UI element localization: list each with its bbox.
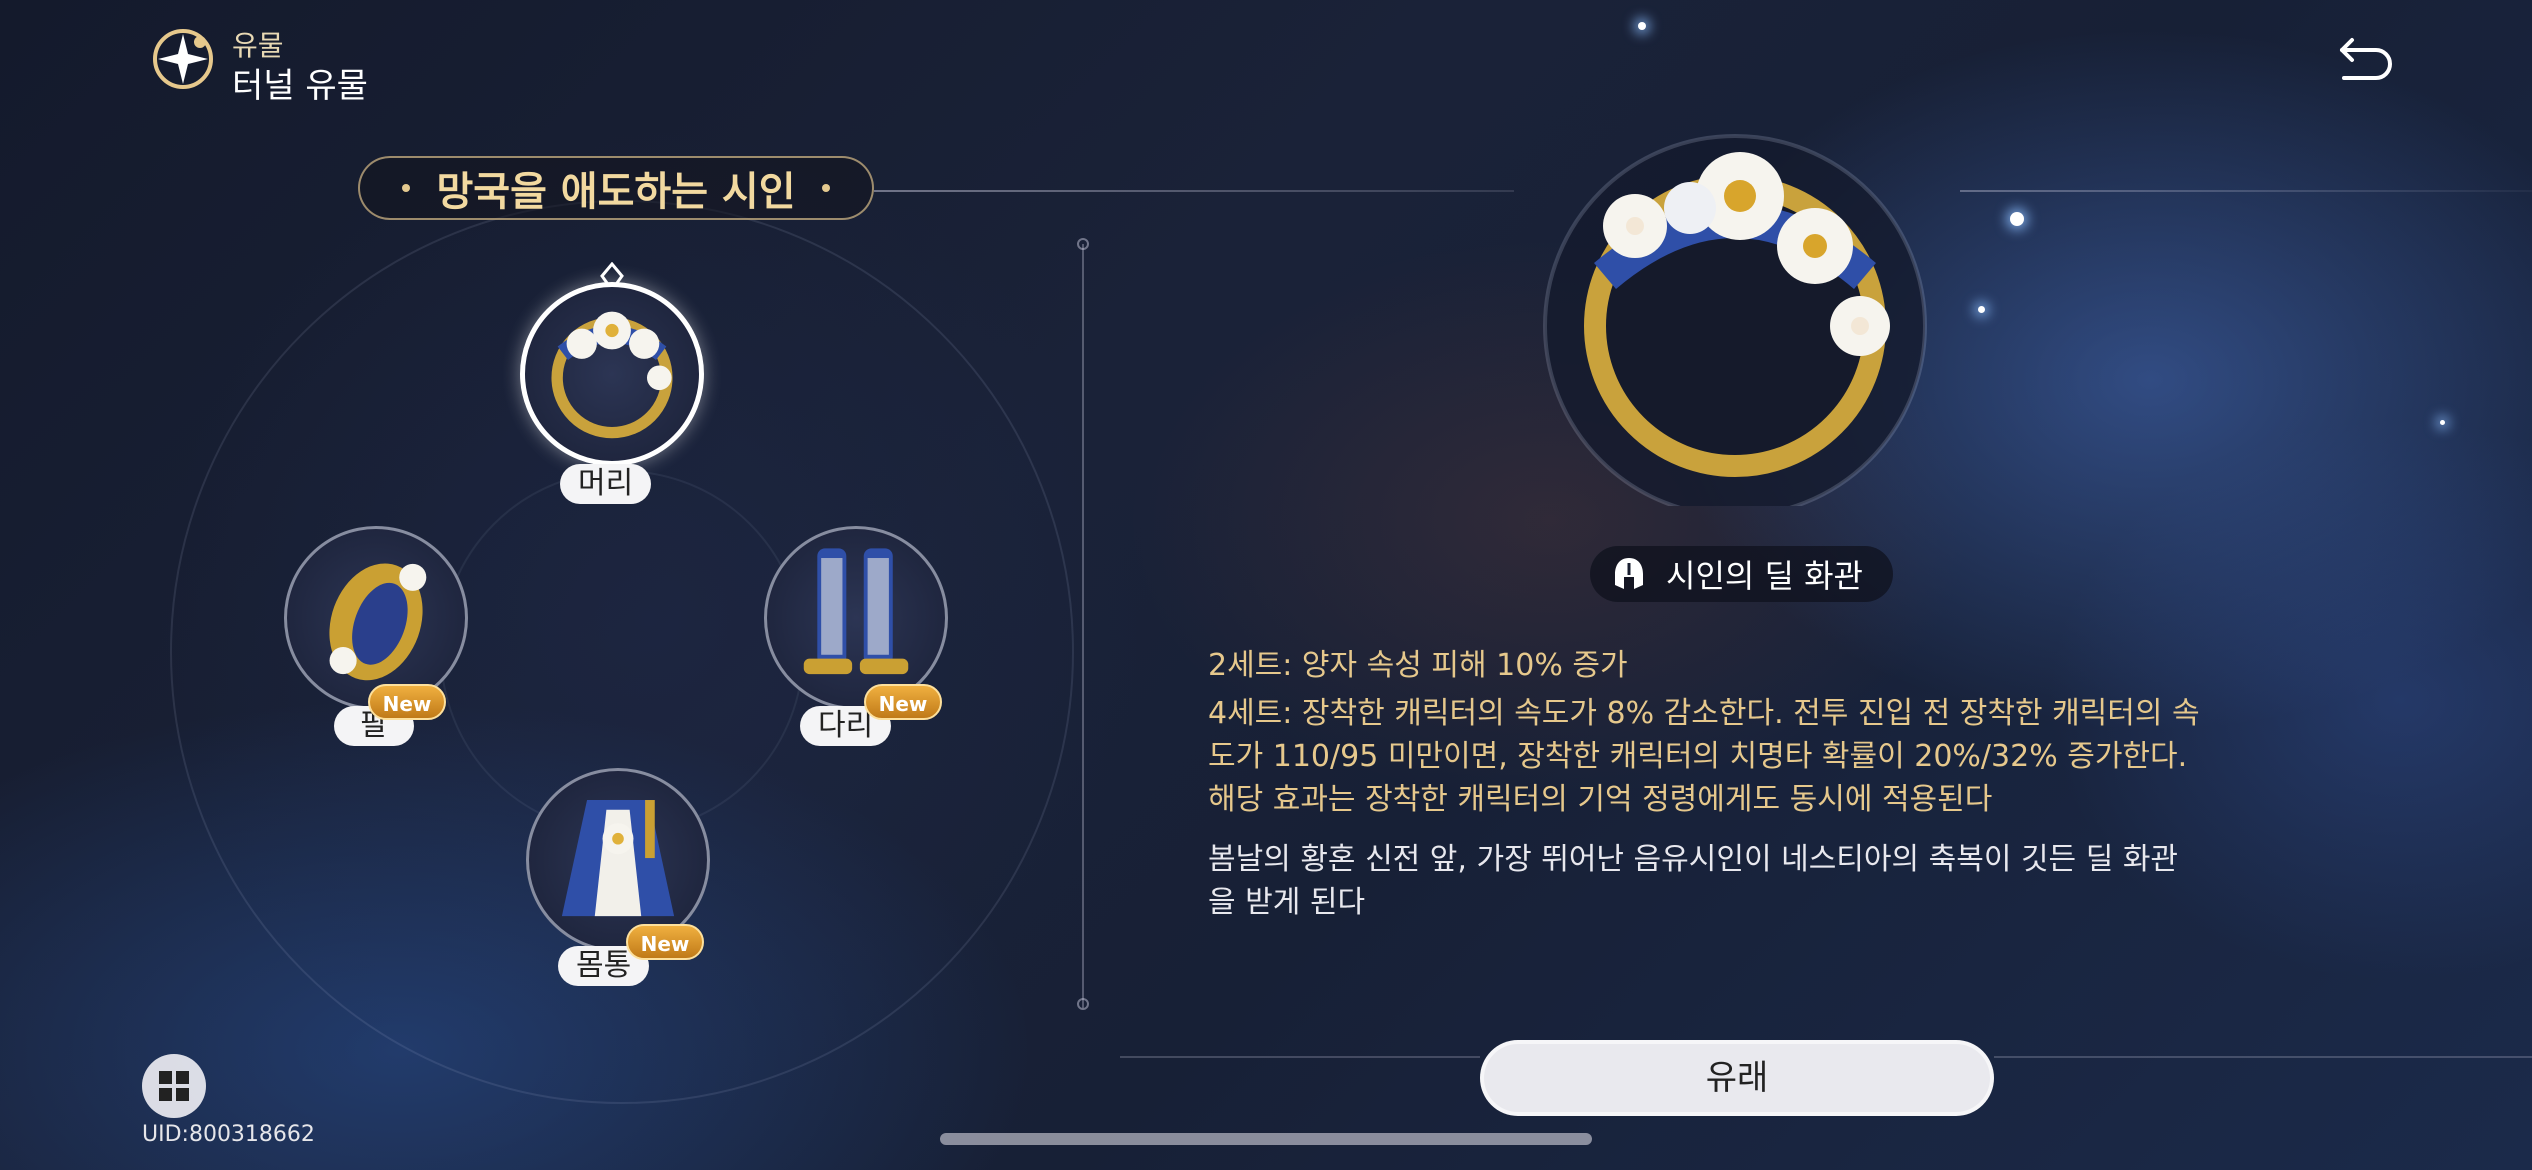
blue-robe-icon [561, 800, 675, 917]
set-effect-2pc: 2세트: 양자 속성 피해 10% 증가 [1208, 648, 1628, 683]
relic-compass-icon [153, 29, 213, 89]
relic-name-pill: 시인의 딜 화관 [1590, 546, 1893, 602]
set-effect-4pc-line1: 4세트: 장착한 캐릭터의 속도가 8% 감소한다. 전투 진입 전 장착한 캐… [1208, 696, 2200, 731]
relic-slot-legs[interactable] [764, 526, 948, 710]
lore-line2: 을 받게 된다 [1208, 885, 1366, 920]
user-id: UID:800318662 [142, 1122, 315, 1147]
gold-bracelet-icon [329, 563, 427, 681]
home-indicator[interactable] [940, 1133, 1592, 1145]
star-decoration [1978, 306, 1985, 313]
set-name-banner: 망국을 애도하는 시인 [358, 156, 874, 220]
new-badge: New [864, 684, 942, 720]
divider-cap [1077, 238, 1089, 250]
relic-slot-head[interactable] [520, 282, 704, 466]
set-effect-4pc-line3: 해당 효과는 장착한 캐릭터의 기억 정령에게도 동시에 적용된다 [1208, 782, 1993, 817]
page-title: 터널 유물 [232, 66, 368, 106]
divider-line [874, 190, 1514, 192]
slot-label-head: 머리 [560, 464, 652, 504]
grid-menu-icon [159, 1071, 189, 1101]
divider-line [1960, 190, 2532, 192]
dot-ornament [402, 184, 411, 192]
star-decoration [2010, 212, 2024, 226]
origin-button[interactable]: 유래 [1480, 1040, 1994, 1116]
new-badge: New [626, 924, 704, 960]
relic-slot-arm[interactable] [284, 526, 468, 710]
set-effect-4pc-line2: 도가 110/95 미만이면, 장착한 캐릭터의 치명타 확률이 20%/32%… [1208, 739, 2188, 774]
back-arrow-icon[interactable] [2330, 28, 2400, 88]
flower-crown-large-image [1543, 134, 1927, 506]
divider-line [1994, 1056, 2532, 1058]
new-badge: New [368, 684, 446, 720]
lore-line1: 봄날의 황혼 신전 앞, 가장 뛰어난 음유시인이 네스티아의 축복이 깃든 딜… [1208, 842, 2179, 877]
star-decoration [2440, 420, 2445, 425]
vertical-divider [1082, 244, 1084, 1008]
helmet-icon [1615, 558, 1643, 589]
star-decoration [1638, 22, 1646, 30]
set-name: 망국을 애도하는 시인 [436, 169, 796, 215]
divider-cap [1077, 998, 1089, 1010]
relic-name: 시인의 딜 화관 [1666, 557, 1863, 595]
menu-button[interactable] [142, 1054, 206, 1118]
blue-boots-icon [803, 548, 909, 675]
dot-ornament [821, 184, 830, 192]
divider-line [1120, 1056, 1480, 1058]
flower-crown-icon [551, 311, 673, 439]
